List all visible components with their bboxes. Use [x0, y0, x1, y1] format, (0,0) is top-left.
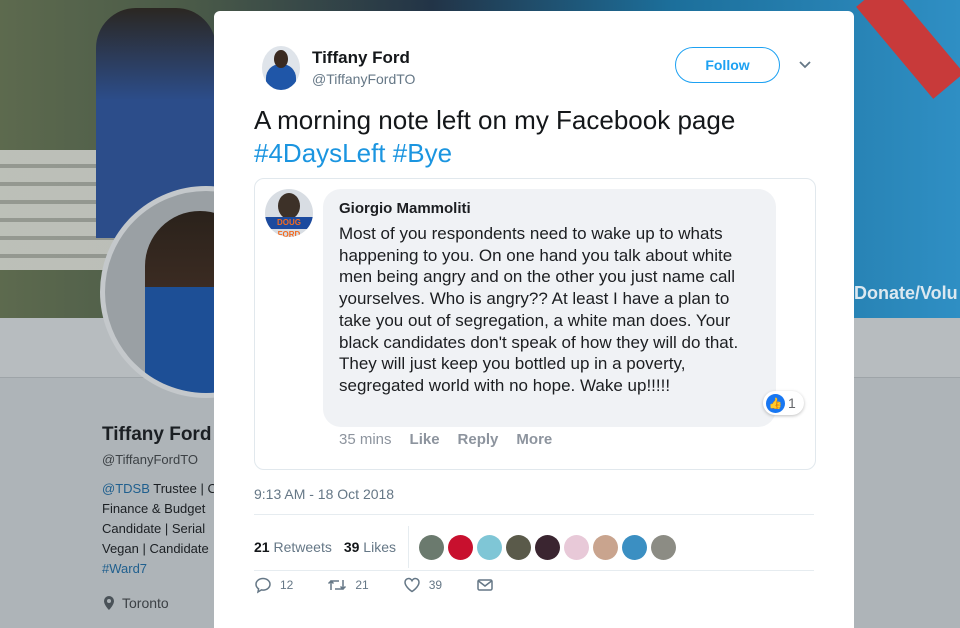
- comment-time: 35 mins: [339, 431, 392, 448]
- profile-handle: @TiffanyFordTO: [102, 452, 199, 467]
- divider: [254, 570, 814, 571]
- likes-stat[interactable]: 39 Likes: [344, 539, 396, 555]
- comment-bubble: Giorgio Mammoliti Most of you respondent…: [323, 189, 776, 427]
- envelope-icon: [477, 579, 493, 591]
- comment-more-action: More: [516, 431, 553, 448]
- comment-reply-action: Reply: [457, 431, 499, 448]
- tweet-media-image[interactable]: DOUG FORD Giorgio Mammoliti Most of you …: [254, 178, 816, 470]
- liker-avatar[interactable]: [650, 534, 676, 560]
- tweet-header: Tiffany Ford @TiffanyFordTO Follow: [262, 46, 822, 96]
- retweets-stat[interactable]: 21 Retweets: [254, 539, 332, 555]
- reply-icon: [255, 577, 271, 594]
- liker-avatar[interactable]: [563, 534, 589, 560]
- profile-sidebar: Tiffany Ford @TiffanyFordTO @TDSB Truste…: [102, 424, 217, 611]
- bio-link-tdsb[interactable]: @TDSB: [102, 481, 150, 496]
- retweet-button[interactable]: 21: [327, 576, 369, 594]
- chevron-down-icon[interactable]: [798, 58, 812, 72]
- tweet-modal: Tiffany Ford @TiffanyFordTO Follow A mor…: [214, 11, 854, 628]
- tweet-action-bar: 12 21 39: [254, 576, 528, 594]
- divider: [254, 514, 814, 515]
- profile-name: Tiffany Ford: [102, 424, 212, 445]
- liker-avatar[interactable]: [534, 534, 560, 560]
- author-avatar[interactable]: [262, 46, 300, 90]
- liker-avatar[interactable]: [476, 534, 502, 560]
- reply-button[interactable]: 12: [254, 576, 293, 594]
- comment-like-action: Like: [409, 431, 440, 448]
- tweet-body-text: A morning note left on my Facebook page: [254, 105, 736, 135]
- tweet-stats: 21 Retweets 39 Likes: [254, 526, 814, 568]
- avatar-badge: DOUG FORD: [265, 217, 313, 237]
- bio-link-ward7[interactable]: #Ward7: [102, 559, 214, 579]
- location-pin-icon: [104, 596, 114, 610]
- thumbs-up-icon: 👍: [766, 393, 785, 413]
- commenter-avatar: DOUG FORD: [265, 189, 313, 237]
- hashtag-link[interactable]: #4DaysLeft: [254, 138, 386, 168]
- heart-icon: [403, 577, 420, 593]
- comment-actions: 35 mins Like Reply More: [339, 431, 552, 448]
- hashtag-link[interactable]: #Bye: [393, 138, 452, 168]
- stats-separator: [407, 526, 409, 568]
- author-handle[interactable]: @TiffanyFordTO: [312, 71, 415, 87]
- profile-location: Toronto: [102, 595, 214, 611]
- banner-donate-text: Donate/Volu: [854, 283, 958, 303]
- liker-avatar[interactable]: [621, 534, 647, 560]
- comment-reaction-count: 👍 1: [763, 391, 804, 415]
- liker-avatars: [418, 534, 676, 560]
- comment-text: Most of you respondents need to wake up …: [339, 224, 739, 395]
- follow-button[interactable]: Follow: [675, 47, 780, 83]
- tweet-timestamp[interactable]: 9:13 AM - 18 Oct 2018: [254, 486, 394, 502]
- direct-message-button[interactable]: [476, 576, 494, 594]
- profile-bio: @TDSB Trustee | C Finance & Budget Candi…: [102, 479, 217, 579]
- liker-avatar[interactable]: [418, 534, 444, 560]
- liker-avatar[interactable]: [447, 534, 473, 560]
- liker-avatar[interactable]: [592, 534, 618, 560]
- tweet-text: A morning note left on my Facebook page …: [254, 104, 824, 170]
- author-name[interactable]: Tiffany Ford: [312, 48, 410, 68]
- retweet-icon: [328, 579, 347, 591]
- commenter-name: Giorgio Mammoliti: [339, 200, 471, 217]
- liker-avatar[interactable]: [505, 534, 531, 560]
- like-button[interactable]: 39: [403, 576, 442, 594]
